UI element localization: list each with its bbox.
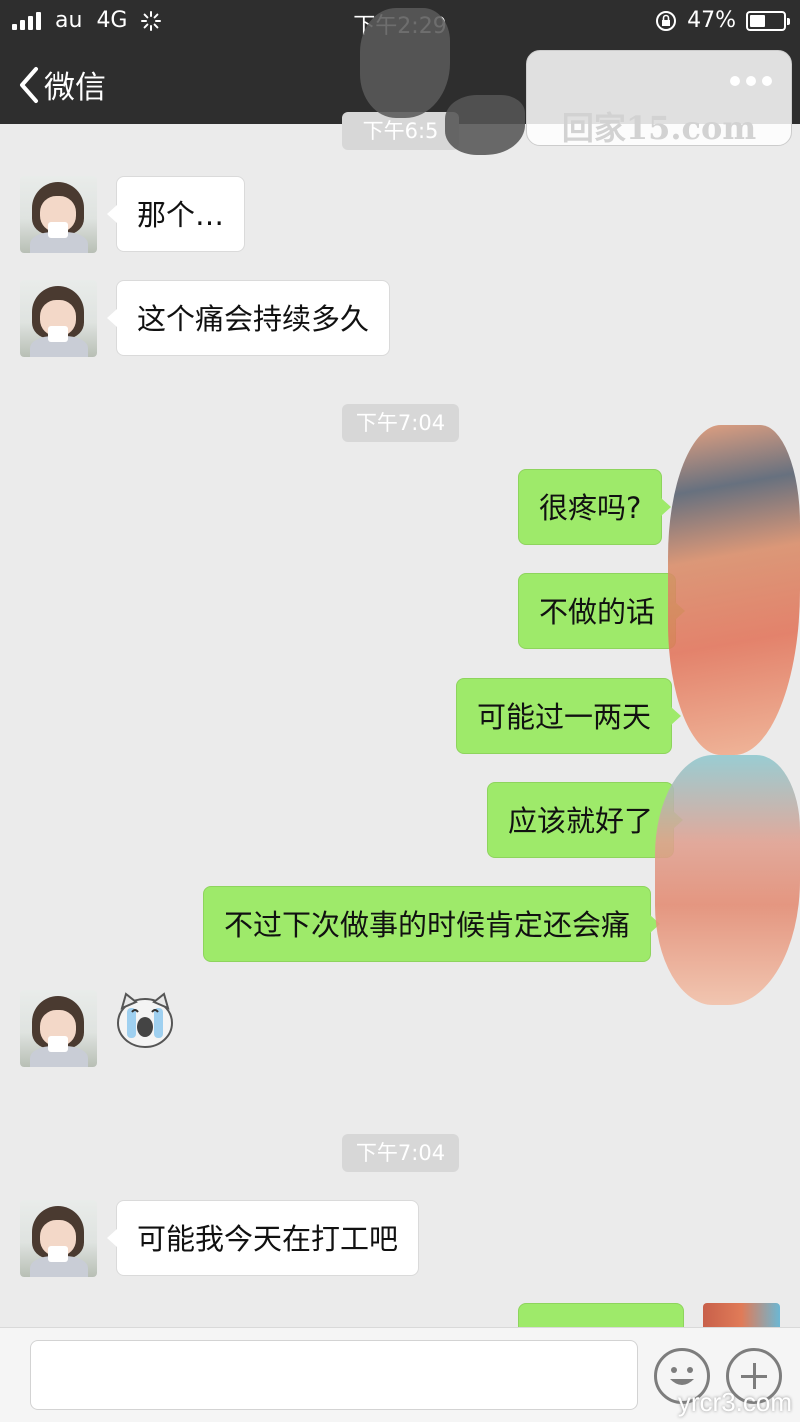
redaction-scribble — [668, 425, 800, 755]
redaction-scribble — [445, 95, 525, 155]
footer-watermark: yrcr3.com — [677, 1387, 792, 1417]
redaction-scribble — [360, 8, 450, 118]
incoming-message[interactable]: 那个… — [106, 176, 246, 252]
timestamp: 下午7:04 — [342, 1134, 459, 1172]
message-input[interactable] — [30, 1340, 638, 1410]
timestamp: 下午7:04 — [342, 404, 459, 442]
contact-avatar[interactable] — [20, 1200, 97, 1277]
contact-avatar[interactable] — [20, 280, 97, 357]
outgoing-message[interactable]: 不过下次做事的时候肯定还会痛 — [203, 886, 661, 962]
status-right: 47% — [655, 8, 790, 33]
back-label: 微信 — [44, 70, 106, 106]
redaction-scribble — [655, 755, 800, 1005]
outgoing-message[interactable]: 应该就好了 — [487, 782, 684, 858]
outgoing-message[interactable]: 不做的话 — [518, 573, 686, 649]
outgoing-message[interactable]: 可能过一两天 — [456, 678, 682, 754]
crying-cat-sticker[interactable] — [114, 990, 176, 1052]
battery-percent: 47% — [687, 8, 736, 33]
battery-level — [750, 14, 766, 27]
rotation-lock-icon — [656, 10, 677, 31]
incoming-message[interactable]: 可能我今天在打工吧 — [106, 1200, 420, 1276]
back-button[interactable]: 微信 — [16, 62, 106, 107]
chevron-left-icon — [20, 66, 38, 103]
contact-avatar[interactable] — [20, 990, 97, 1067]
battery-icon — [746, 10, 790, 31]
incoming-message[interactable]: 这个痛会持续多久 — [106, 280, 391, 356]
contact-avatar[interactable] — [20, 176, 97, 253]
site-watermark: 回家15.com — [526, 50, 792, 147]
outgoing-message[interactable]: 很疼吗? — [518, 469, 672, 545]
